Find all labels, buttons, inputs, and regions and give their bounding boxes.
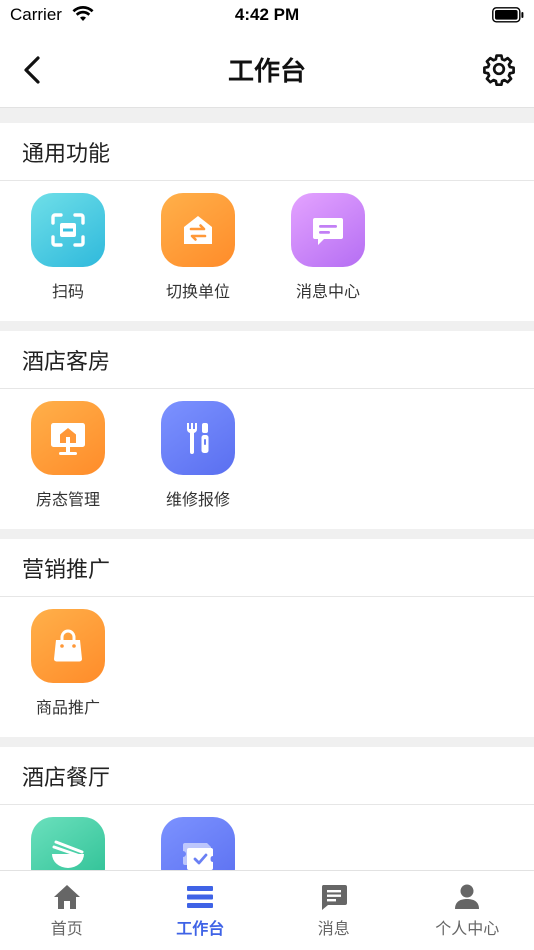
section-title: 通用功能 <box>0 123 534 181</box>
item-label: 商品推广 <box>35 698 100 717</box>
scan-icon <box>51 213 85 247</box>
section-title: 营销推广 <box>0 539 534 597</box>
repair-button[interactable]: 维修报修 <box>133 389 263 519</box>
ticket-check-icon <box>183 843 213 870</box>
home-icon <box>53 885 80 909</box>
switch-unit-button[interactable]: 切换单位 <box>133 181 263 311</box>
tab-label: 个人中心 <box>435 919 500 938</box>
chat-icon <box>321 885 347 910</box>
room-status-button[interactable]: 房态管理 <box>3 389 133 519</box>
item-label: 维修报修 <box>165 490 230 509</box>
tab-label: 工作台 <box>176 919 225 938</box>
shopping-bag-icon <box>54 629 82 662</box>
room-monitor-icon <box>51 423 85 455</box>
scan-button[interactable]: 扫码 <box>3 181 133 311</box>
tab-messages[interactable]: 消息 <box>267 871 401 950</box>
switch-house-icon <box>184 216 212 244</box>
clock: 4:42 PM <box>234 5 300 24</box>
item-label: 消息中心 <box>295 282 360 301</box>
battery-icon <box>492 7 524 28</box>
workbench-screen: Carrier 4:42 PM 工作台 通用功能 扫码 切换单位 消息中心 酒店… <box>0 0 534 950</box>
tab-home[interactable]: 首页 <box>0 871 134 950</box>
status-bar: Carrier 4:42 PM <box>0 0 534 32</box>
page-title: 工作台 <box>227 57 306 87</box>
message-icon <box>313 218 343 245</box>
list-icon <box>187 886 214 908</box>
item-label: 扫码 <box>51 282 84 301</box>
tab-profile[interactable]: 个人中心 <box>401 871 534 950</box>
product-promotion-button[interactable]: 商品推广 <box>3 597 133 727</box>
section-hotel-rooms: 酒店客房 房态管理 维修报修 <box>0 331 534 529</box>
settings-button[interactable] <box>482 52 516 87</box>
section-title: 酒店餐厅 <box>0 747 534 805</box>
gear-icon <box>483 54 515 87</box>
person-icon <box>455 884 480 909</box>
function-grid: 扫码 切换单位 消息中心 <box>0 181 534 321</box>
tab-label: 消息 <box>317 919 350 938</box>
tab-bar: 首页 工作台 消息 个人中心 <box>0 870 534 950</box>
section-general: 通用功能 扫码 切换单位 消息中心 <box>0 123 534 321</box>
item-label: 房态管理 <box>35 490 100 509</box>
tab-workbench[interactable]: 工作台 <box>134 871 268 950</box>
function-grid: 房态管理 维修报修 <box>0 389 534 529</box>
function-grid: 商品推广 <box>0 597 534 737</box>
message-center-button[interactable]: 消息中心 <box>263 181 393 311</box>
section-title: 酒店客房 <box>0 331 534 389</box>
item-label: 切换单位 <box>165 282 230 301</box>
navigation-bar: 工作台 <box>0 32 534 108</box>
tab-label: 首页 <box>50 919 83 938</box>
tools-icon <box>187 423 209 454</box>
section-marketing: 营销推广 商品推广 <box>0 539 534 737</box>
